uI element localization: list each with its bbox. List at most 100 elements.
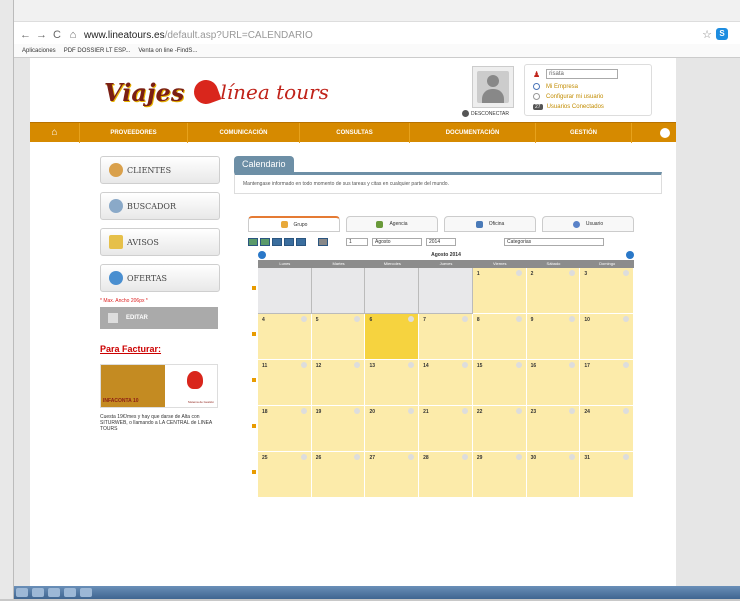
start-icon[interactable] bbox=[16, 588, 28, 597]
calendar-empty-cell[interactable] bbox=[365, 268, 420, 314]
add-event-icon[interactable] bbox=[300, 454, 307, 460]
week-arrow-icon[interactable] bbox=[252, 470, 256, 474]
add-event-icon[interactable] bbox=[623, 408, 630, 414]
add-event-icon[interactable] bbox=[461, 408, 468, 414]
calendar-day-cell[interactable]: 1 bbox=[472, 268, 527, 314]
view-day-icon[interactable] bbox=[248, 238, 258, 246]
add-event-icon[interactable] bbox=[569, 362, 576, 368]
taskbar-app-icon[interactable] bbox=[32, 588, 44, 597]
add-event-icon[interactable] bbox=[408, 316, 415, 322]
calendar-day-cell[interactable]: 12 bbox=[311, 360, 366, 406]
add-event-icon[interactable] bbox=[623, 270, 630, 276]
add-event-icon[interactable] bbox=[408, 362, 415, 368]
nav-proveedores[interactable]: PROVEEDORES bbox=[80, 122, 188, 143]
calendar-day-cell[interactable]: 3 bbox=[580, 268, 635, 314]
calendar-day-cell[interactable]: 15 bbox=[472, 360, 527, 406]
tab-grupo[interactable]: Grupo bbox=[248, 216, 340, 232]
week-arrow-icon[interactable] bbox=[252, 332, 256, 336]
calendar-day-cell[interactable]: 8 bbox=[472, 314, 527, 360]
taskbar-app-icon[interactable] bbox=[80, 588, 92, 597]
bookmark-dossier[interactable]: PDF DOSSIER LT ESP... bbox=[64, 48, 131, 54]
print-icon[interactable] bbox=[318, 238, 328, 246]
nav-gestion[interactable]: GESTIÓN bbox=[536, 122, 632, 143]
user-avatar[interactable] bbox=[472, 66, 514, 108]
extension-icon[interactable]: S bbox=[716, 28, 728, 40]
calendar-day-cell[interactable]: 30 bbox=[526, 452, 581, 498]
add-event-icon[interactable] bbox=[515, 270, 522, 276]
calendar-day-cell[interactable]: 5 bbox=[311, 314, 366, 360]
calendar-title-tab[interactable]: Calendario bbox=[234, 156, 294, 172]
calendar-empty-cell[interactable] bbox=[419, 268, 473, 314]
ofertas-button[interactable]: OFERTAS bbox=[100, 264, 220, 292]
tab-oficina[interactable]: Oficina bbox=[444, 216, 536, 232]
week-arrow-icon[interactable] bbox=[252, 424, 256, 428]
tab-usuario[interactable]: Usuario bbox=[542, 216, 634, 232]
edit-button[interactable]: EDITAR bbox=[100, 307, 218, 329]
empresa-link[interactable]: Mi Empresa bbox=[533, 83, 578, 90]
calendar-day-cell[interactable]: 2 bbox=[526, 268, 581, 314]
view-week-icon[interactable] bbox=[260, 238, 270, 246]
week-arrow-icon[interactable] bbox=[252, 378, 256, 382]
tab-agencia[interactable]: Agencia bbox=[346, 216, 438, 232]
calendar-day-cell[interactable]: 7 bbox=[419, 314, 473, 360]
add-event-icon[interactable] bbox=[623, 362, 630, 368]
view-year-icon[interactable] bbox=[284, 238, 294, 246]
add-event-icon[interactable] bbox=[300, 362, 307, 368]
calendar-day-cell[interactable]: 10 bbox=[580, 314, 635, 360]
site-logo[interactable]: Viajes línea tours bbox=[104, 74, 329, 110]
add-event-icon[interactable] bbox=[300, 408, 307, 414]
calendar-empty-cell[interactable] bbox=[258, 268, 312, 314]
calendar-day-cell[interactable]: 25 bbox=[258, 452, 312, 498]
calendar-day-cell[interactable]: 11 bbox=[258, 360, 312, 406]
add-event-icon[interactable] bbox=[354, 454, 361, 460]
username-field[interactable]: risata bbox=[546, 69, 619, 79]
category-select[interactable]: Categorias bbox=[504, 238, 604, 246]
calendar-day-cell[interactable]: 14 bbox=[419, 360, 473, 406]
nav-more-icon[interactable] bbox=[654, 123, 676, 143]
bookmark-venta[interactable]: Venta on line -FindS... bbox=[138, 48, 197, 54]
calendar-day-cell[interactable]: 16 bbox=[526, 360, 581, 406]
add-event-icon[interactable] bbox=[569, 408, 576, 414]
add-event-icon[interactable] bbox=[515, 454, 522, 460]
calendar-day-cell[interactable]: 17 bbox=[580, 360, 635, 406]
calendar-day-cell[interactable]: 13 bbox=[365, 360, 420, 406]
bookmark-star-icon[interactable]: ☆ bbox=[702, 28, 712, 41]
day-select[interactable]: 1 bbox=[346, 238, 368, 246]
add-event-icon[interactable] bbox=[461, 362, 468, 368]
calendar-day-cell[interactable]: 28 bbox=[419, 452, 473, 498]
taskbar-app-icon[interactable] bbox=[48, 588, 60, 597]
add-event-icon[interactable] bbox=[569, 454, 576, 460]
calendar-day-cell[interactable]: 4 bbox=[258, 314, 312, 360]
logout-button[interactable]: DESCONECTAR bbox=[462, 110, 509, 117]
calendar-day-cell[interactable]: 22 bbox=[472, 406, 527, 452]
forward-icon[interactable]: → bbox=[36, 29, 47, 41]
next-month-icon[interactable] bbox=[626, 251, 634, 259]
calendar-day-cell[interactable]: 26 bbox=[311, 452, 366, 498]
add-event-icon[interactable] bbox=[461, 316, 468, 322]
add-event-icon[interactable] bbox=[354, 316, 361, 322]
calendar-day-cell[interactable]: 23 bbox=[526, 406, 581, 452]
clientes-button[interactable]: CLIENTES bbox=[100, 156, 220, 184]
add-event-icon[interactable] bbox=[408, 408, 415, 414]
month-select[interactable]: Agosto bbox=[372, 238, 422, 246]
add-event-icon[interactable] bbox=[515, 316, 522, 322]
prev-month-icon[interactable] bbox=[258, 251, 266, 259]
add-event-icon[interactable] bbox=[354, 408, 361, 414]
add-event-icon[interactable] bbox=[408, 454, 415, 460]
add-event-icon[interactable] bbox=[623, 454, 630, 460]
calendar-day-cell[interactable]: 31 bbox=[580, 452, 635, 498]
nav-consultas[interactable]: CONSULTAS bbox=[300, 122, 410, 143]
calendar-empty-cell[interactable] bbox=[311, 268, 366, 314]
home-icon[interactable]: ⌂ bbox=[30, 122, 80, 143]
calendar-day-cell[interactable]: 20 bbox=[365, 406, 420, 452]
view-month-icon[interactable] bbox=[272, 238, 282, 246]
home-browser-icon[interactable]: ⌂ bbox=[68, 29, 78, 41]
year-select[interactable]: 2014 bbox=[426, 238, 456, 246]
nav-documentacion[interactable]: DOCUMENTACIÓN bbox=[410, 122, 536, 143]
calendar-day-cell[interactable]: 27 bbox=[365, 452, 420, 498]
taskbar-app-icon[interactable] bbox=[64, 588, 76, 597]
url-text[interactable]: www.lineatours.es/default.asp?URL=CALEND… bbox=[84, 30, 313, 41]
view-list-icon[interactable] bbox=[296, 238, 306, 246]
add-event-icon[interactable] bbox=[461, 454, 468, 460]
add-event-icon[interactable] bbox=[354, 362, 361, 368]
